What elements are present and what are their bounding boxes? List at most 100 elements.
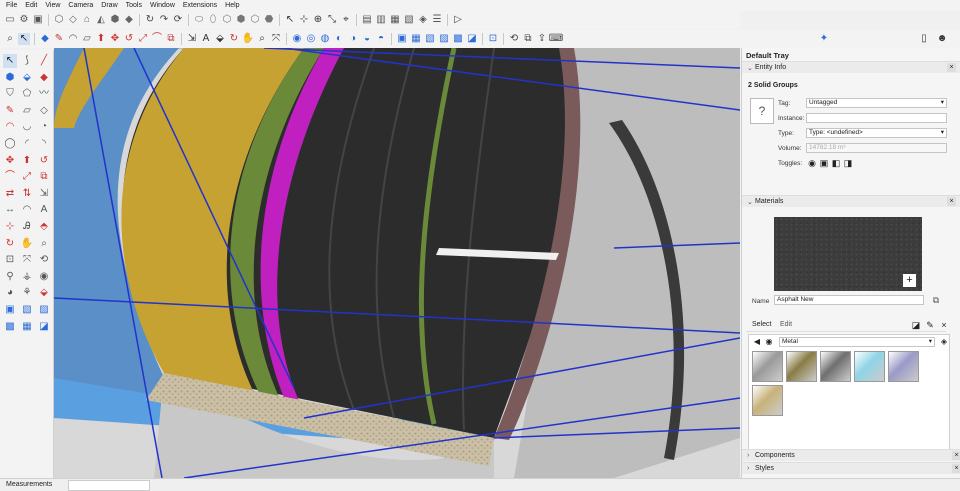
stamp2-icon[interactable]: ▧ [20,303,34,317]
tape-measure-icon[interactable]: ⇲ [186,33,198,45]
mirror-icon[interactable]: ⇅ [20,187,34,201]
menu-camera[interactable]: Camera [68,2,93,9]
menu-window[interactable]: Window [150,2,175,9]
orbit-tool-icon[interactable]: ↻ [228,33,240,45]
eraser-icon[interactable]: ◆ [39,33,51,45]
library-select[interactable]: Metal ▾ [779,337,935,347]
sandbox2-icon[interactable]: ▣ [3,303,17,317]
text-tool-icon[interactable]: A [37,203,51,217]
export-icon[interactable]: ⇪ [536,33,548,45]
rectangle-icon[interactable]: ▱ [81,33,93,45]
stack-icon[interactable]: ☰ [431,14,443,26]
axes-icon[interactable]: ⊹ [298,14,310,26]
add-detail2-icon[interactable]: ▩ [3,320,17,334]
view-right-icon[interactable]: ◭ [95,14,107,26]
pan-tool-icon[interactable]: ✋ [242,33,254,45]
view-top-icon[interactable]: ◇ [67,14,79,26]
paint-bucket-icon[interactable]: ⬙ [214,33,226,45]
close-icon[interactable]: × [952,451,960,460]
axes-tool-icon[interactable]: ⊹ [3,220,17,234]
ruby-console-icon[interactable]: ⌨ [549,33,563,45]
close-icon[interactable]: × [952,464,960,473]
view-front-icon[interactable]: ⌂ [81,14,93,26]
arc-tool-icon[interactable]: ◠ [3,120,17,134]
details-icon[interactable]: ◈ [938,336,950,348]
hidden-line-icon[interactable]: ⬢ [235,14,247,26]
section2-icon[interactable]: ⬙ [37,286,51,300]
scale2-icon[interactable]: ⤢ [20,170,34,184]
union-icon[interactable]: ◐ [333,33,345,45]
menu-edit[interactable]: Edit [25,2,37,9]
entity-info-header[interactable]: ⌄ Entity Info × [742,61,960,73]
subtract-icon[interactable]: ◑ [347,33,359,45]
text-icon[interactable]: A [200,33,212,45]
section-icon[interactable]: ⬘ [37,220,51,234]
component-icon[interactable]: ⬢ [3,71,17,85]
line-icon[interactable]: ╱ [37,54,51,68]
play-icon[interactable]: ▷ [452,14,464,26]
styles-header[interactable]: › Styles × [742,462,960,474]
pie-icon[interactable]: ◔ [37,120,51,134]
material-swatch[interactable] [752,385,783,416]
zoom-extents-icon[interactable]: ⤧ [270,33,282,45]
arc2-icon[interactable]: ◡ [20,120,34,134]
sparkle-icon[interactable]: ✦ [818,33,830,45]
push-pull2-icon[interactable]: ⬆ [20,154,34,168]
polygon-icon[interactable]: ⬠ [20,87,34,101]
cast-shadow-toggle-icon[interactable]: ◧ [830,157,842,169]
pencil-icon[interactable]: ✎ [53,33,65,45]
move-tool2-icon[interactable]: ✥ [3,154,17,168]
rect-tool-icon[interactable]: ▱ [20,104,34,118]
create-material-button[interactable]: + [903,274,916,287]
model-viewport[interactable] [54,48,740,478]
orbit2-icon[interactable]: ↻ [3,237,17,251]
pan2-icon[interactable]: ✋ [20,237,34,251]
tag-select[interactable]: Untagged ▾ [806,98,947,108]
material-swatch[interactable] [786,351,817,382]
sandbox-icon[interactable]: ▣ [396,33,408,45]
textured-icon[interactable]: ⬣ [263,14,275,26]
rotate-tool-icon[interactable]: ↺ [123,33,135,45]
camera-icon[interactable]: ▣ [32,14,44,26]
drape-icon[interactable]: ▨ [438,33,450,45]
zoom-icon[interactable]: ⟳ [172,14,184,26]
smoove2-icon[interactable]: ▦ [20,320,34,334]
menu-draw[interactable]: Draw [101,2,117,9]
section-cut-icon[interactable]: ▥ [375,14,387,26]
match-photo-icon[interactable]: ⊡ [487,33,499,45]
3d-text-icon[interactable]: Ꭿ [20,220,34,234]
push-pull-icon[interactable]: ⬆ [95,33,107,45]
menu-extensions[interactable]: Extensions [183,2,217,9]
lock-toggle-icon[interactable]: ▣ [818,157,830,169]
freehand-icon[interactable]: 〰 [37,87,51,101]
circle-icon[interactable]: ◯ [3,137,17,151]
menu-file[interactable]: File [6,2,17,9]
zoom-extents2-icon[interactable]: ⤧ [20,253,34,267]
zoom-tool-icon[interactable]: ⌕ [256,33,268,45]
shaded-icon[interactable]: ⬡ [249,14,261,26]
smoove-icon[interactable]: ▦ [410,33,422,45]
prev-view-icon[interactable]: ⟲ [37,253,51,267]
visibility-toggle-icon[interactable]: ◉ [806,157,818,169]
rotate-icon[interactable]: ⌖ [340,14,352,26]
add-detail-icon[interactable]: ▩ [452,33,464,45]
close-small-icon[interactable]: × [938,319,950,331]
eraser-tool-icon[interactable]: ◆ [37,71,51,85]
copy-icon[interactable]: ⧉ [522,33,534,45]
drape2-icon[interactable]: ▨ [37,303,51,317]
intersect-icon[interactable]: ◍ [319,33,331,45]
layers-icon[interactable]: ◈ [417,14,429,26]
flip-icon[interactable]: ⇄ [3,187,17,201]
menu-view[interactable]: View [45,2,60,9]
follow-me2-icon[interactable]: ⌒ [3,170,17,184]
material-swatch[interactable] [752,351,783,382]
components-header[interactable]: › Components × [742,449,960,461]
select-icon[interactable]: ↖ [3,54,17,68]
select-tool-icon[interactable]: ↖ [18,33,30,45]
tape-icon[interactable]: ⇲ [37,187,51,201]
receive-shadow-toggle-icon[interactable]: ◨ [842,157,854,169]
close-icon[interactable]: × [947,197,956,206]
paint-icon[interactable]: ⬙ [20,71,34,85]
follow-me-icon[interactable]: ⌒ [151,33,163,45]
position-camera-icon[interactable]: ⚲ [3,270,17,284]
